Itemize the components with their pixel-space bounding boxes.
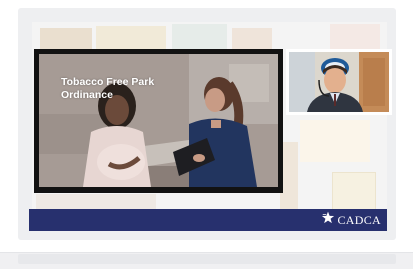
cadca-logo: CADCA xyxy=(321,211,381,229)
video-title-line1: Tobacco Free Park xyxy=(61,76,155,88)
cadca-logo-text: CADCA xyxy=(337,213,381,227)
webcam-image xyxy=(289,52,389,112)
lower-panel-strip xyxy=(18,254,396,264)
video-title-overlay: Tobacco Free Park Ordinance xyxy=(61,76,201,102)
webcam-scene xyxy=(289,52,389,112)
video-scene xyxy=(39,54,278,187)
bg-tile xyxy=(300,120,370,162)
presentation-card: Tobacco Free Park Ordinance CADCA xyxy=(18,8,396,240)
video-player[interactable]: Tobacco Free Park Ordinance xyxy=(34,49,283,193)
bg-tile xyxy=(332,172,376,212)
video-frame-image: Tobacco Free Park Ordinance xyxy=(39,54,278,187)
brand-footer: CADCA xyxy=(29,209,387,231)
video-title-line2: Ordinance xyxy=(61,89,113,101)
presenter-webcam xyxy=(286,49,392,115)
star-icon xyxy=(321,211,335,229)
page: Tobacco Free Park Ordinance CADCA xyxy=(0,0,413,269)
